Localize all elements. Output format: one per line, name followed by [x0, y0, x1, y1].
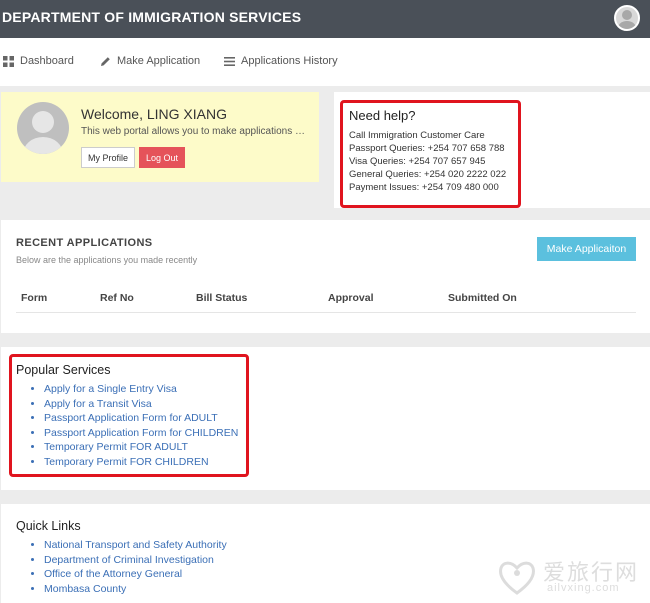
nav-label: Dashboard — [20, 55, 74, 67]
service-link-permit-children[interactable]: Temporary Permit FOR CHILDREN — [44, 455, 238, 470]
app-title: DEPARTMENT OF IMMIGRATION SERVICES — [2, 9, 302, 25]
quick-link-mombasa-county[interactable]: Mombasa County — [44, 582, 227, 597]
top-bar: DEPARTMENT OF IMMIGRATION SERVICES — [0, 0, 650, 38]
recent-applications-subtitle: Below are the applications you made rece… — [16, 255, 198, 265]
popular-services-title: Popular Services — [16, 363, 111, 377]
help-title: Need help? — [349, 108, 416, 123]
help-line: Call Immigration Customer Care — [349, 130, 485, 141]
my-profile-button[interactable]: My Profile — [81, 147, 135, 168]
welcome-title: Welcome, LING XIANG — [81, 106, 228, 122]
column-header-form[interactable]: Form — [21, 292, 47, 304]
main-nav: Dashboard Make Application Applications … — [0, 38, 650, 86]
profile-avatar — [17, 102, 69, 154]
welcome-description: This web portal allows you to make appli… — [81, 126, 309, 137]
quick-link-dci[interactable]: Department of Criminal Investigation — [44, 553, 227, 568]
welcome-card: Welcome, LING XIANG This web portal allo… — [1, 92, 319, 182]
watermark-subtext: ailvxing.com — [547, 582, 620, 594]
recent-applications-title: RECENT APPLICATIONS — [16, 237, 153, 249]
service-link-passport-adult[interactable]: Passport Application Form for ADULT — [44, 411, 238, 426]
nav-label: Make Application — [117, 55, 201, 67]
table-divider — [16, 312, 636, 313]
column-header-approval[interactable]: Approval — [328, 292, 374, 304]
nav-item-make-application[interactable]: Make Application — [100, 55, 200, 67]
nav-item-dashboard[interactable]: Dashboard — [3, 55, 74, 67]
user-avatar[interactable] — [614, 5, 640, 31]
nav-item-applications-history[interactable]: Applications History — [224, 55, 338, 67]
help-line: Passport Queries: +254 707 658 788 — [349, 143, 505, 154]
list-icon — [224, 56, 235, 66]
service-link-passport-children[interactable]: Passport Application Form for CHILDREN — [44, 426, 238, 441]
make-application-button[interactable]: Make Applicaiton — [537, 237, 636, 261]
help-line: General Queries: +254 020 2222 022 — [349, 169, 507, 180]
column-header-ref-no[interactable]: Ref No — [100, 292, 134, 304]
service-link-single-entry-visa[interactable]: Apply for a Single Entry Visa — [44, 382, 238, 397]
help-highlight-box: Need help? Call Immigration Customer Car… — [340, 100, 521, 208]
column-header-bill-status[interactable]: Bill Status — [196, 292, 247, 304]
nav-label: Applications History — [241, 55, 338, 67]
quick-link-ntsa[interactable]: National Transport and Safety Authority — [44, 538, 227, 553]
logout-button[interactable]: Log Out — [139, 147, 185, 168]
user-silhouette-icon — [23, 111, 63, 154]
help-line: Visa Queries: +254 707 657 945 — [349, 156, 486, 167]
service-link-transit-visa[interactable]: Apply for a Transit Visa — [44, 397, 238, 412]
quick-links-list: National Transport and Safety Authority … — [44, 538, 227, 596]
recent-applications-card: RECENT APPLICATIONS Below are the applic… — [1, 220, 650, 333]
pencil-icon — [101, 56, 110, 66]
help-line: Payment Issues: +254 709 480 000 — [349, 182, 499, 193]
service-link-permit-adult[interactable]: Temporary Permit FOR ADULT — [44, 440, 238, 455]
column-header-submitted-on[interactable]: Submitted On — [448, 292, 517, 304]
watermark: 爱旅行网 ailvxing.com — [495, 555, 645, 599]
quick-links-title: Quick Links — [16, 519, 81, 533]
grid-icon — [3, 55, 14, 67]
heart-logo-icon — [499, 561, 535, 595]
popular-services-list: Apply for a Single Entry Visa Apply for … — [44, 382, 238, 469]
user-silhouette-icon — [618, 10, 636, 29]
quick-link-attorney-general[interactable]: Office of the Attorney General — [44, 567, 227, 582]
